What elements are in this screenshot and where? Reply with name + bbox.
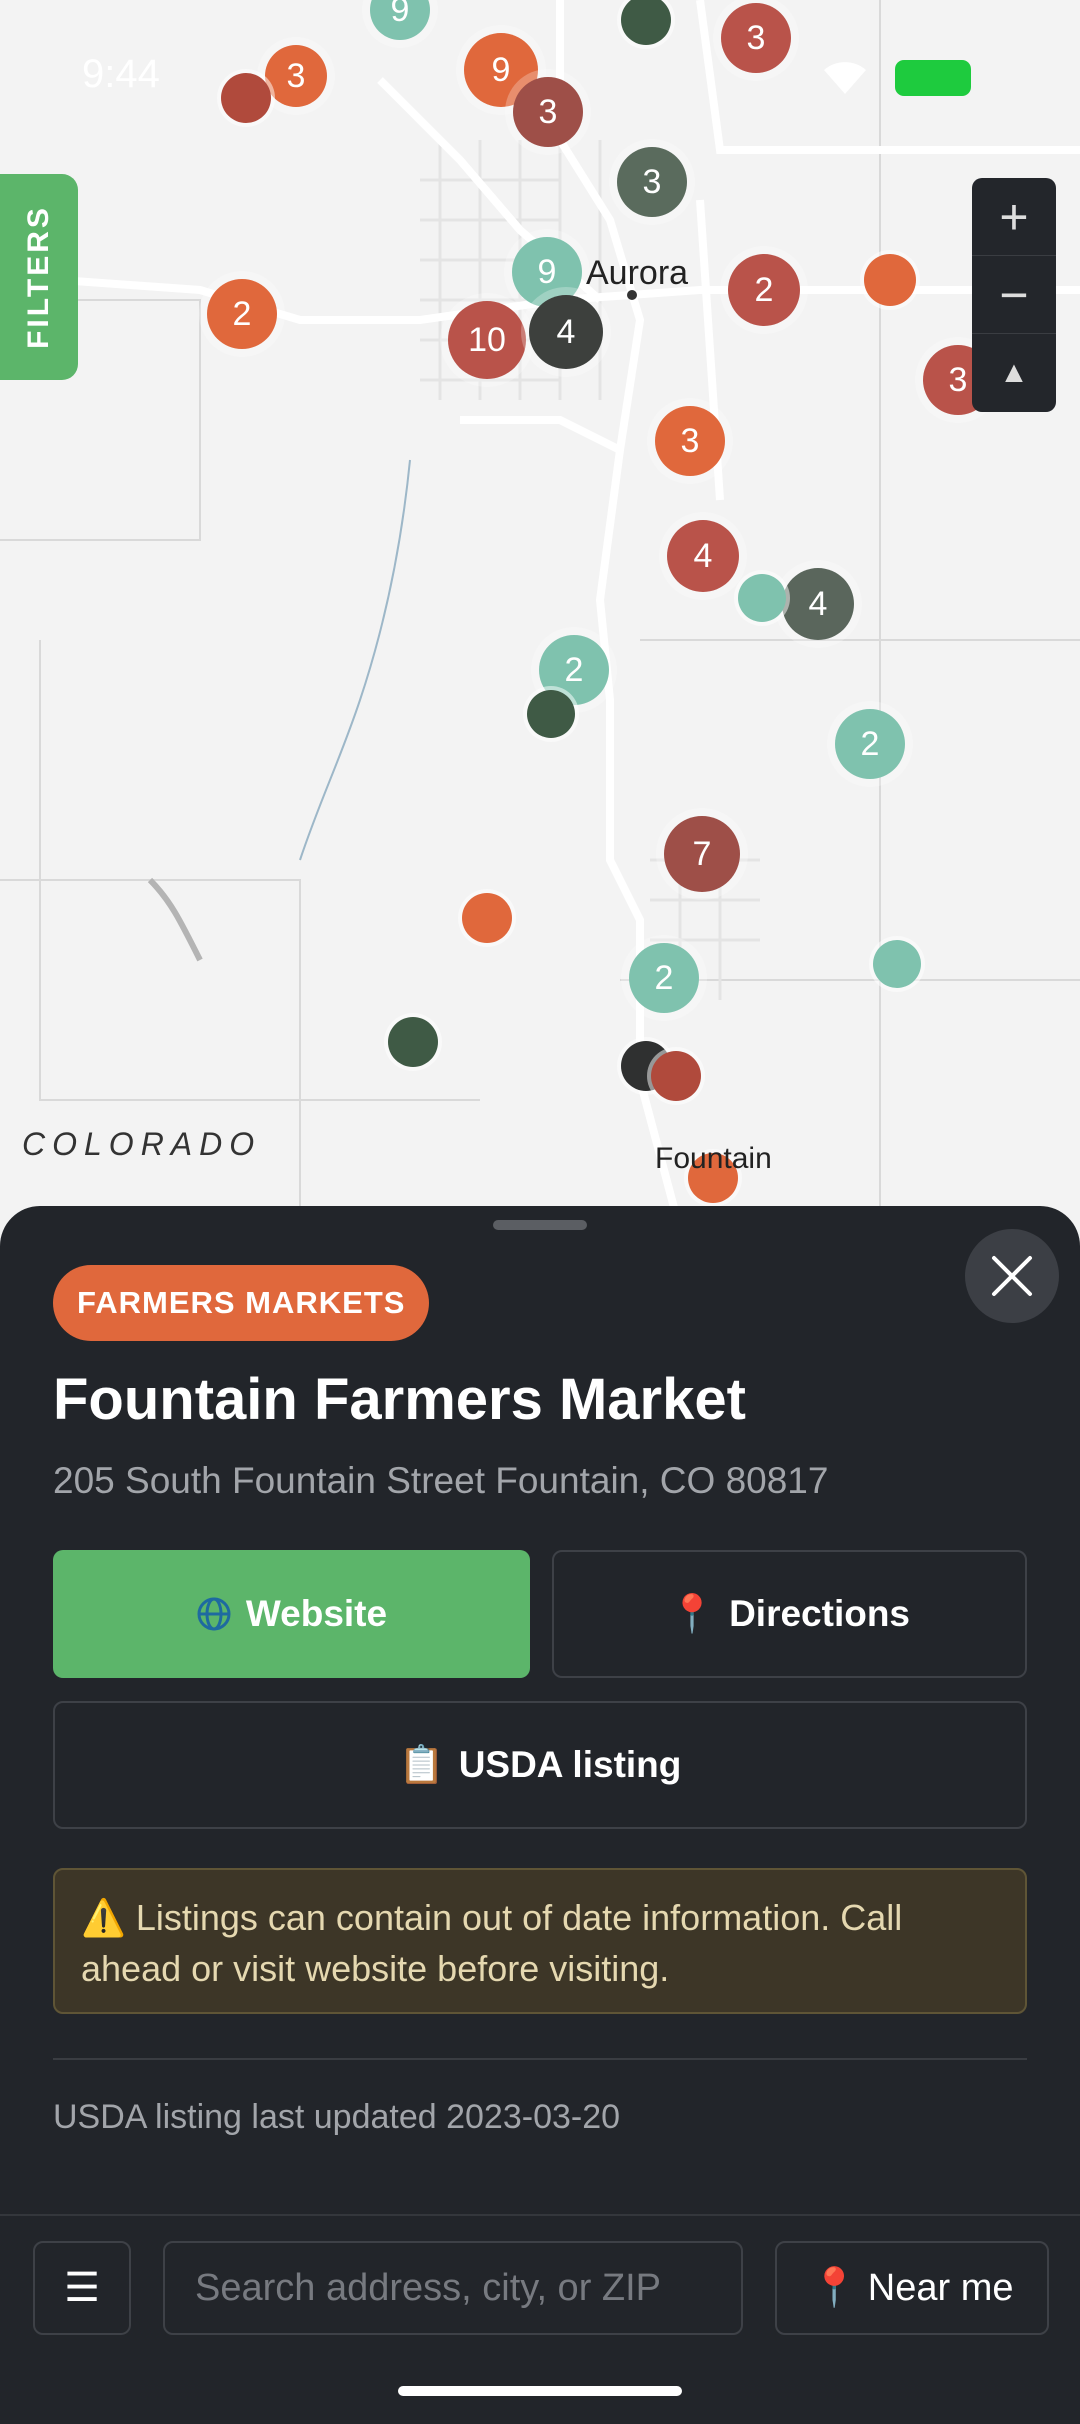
filters-tab[interactable]: FILTERS (0, 174, 78, 380)
compass-button[interactable]: ▲ (972, 334, 1056, 412)
map-marker[interactable] (527, 690, 575, 738)
menu-button[interactable]: ☰ (33, 2241, 131, 2335)
status-bar: 9:44 (0, 0, 1080, 150)
near-me-button[interactable]: 📍 Near me (775, 2241, 1049, 2335)
market-title: Fountain Farmers Market (53, 1367, 746, 1432)
map-cluster[interactable]: 2 (207, 279, 277, 349)
pin-icon: 📍 (810, 2267, 858, 2309)
search-input[interactable] (163, 2241, 743, 2335)
map-cluster[interactable]: 7 (664, 816, 740, 892)
zoom-in-button[interactable]: + (972, 178, 1056, 256)
last-updated-text: USDA listing last updated 2023-03-20 (53, 2098, 621, 2136)
battery-icon (895, 60, 971, 96)
map-cluster[interactable]: 10 (448, 301, 526, 379)
map-marker[interactable] (738, 574, 786, 622)
category-badge: FARMERS MARKETS (53, 1265, 430, 1341)
divider (53, 2058, 1027, 2060)
usda-listing-button[interactable]: 📋 USDA listing (53, 1701, 1027, 1829)
filters-label: FILTERS (22, 205, 55, 349)
map-marker[interactable] (651, 1051, 701, 1101)
pin-icon: 📍 (668, 1592, 716, 1634)
website-button[interactable]: Website (53, 1550, 530, 1678)
wifi-icon (822, 56, 868, 101)
zoom-out-button[interactable]: − (972, 256, 1056, 334)
home-indicator[interactable] (398, 2386, 682, 2396)
website-label: Website (245, 1593, 388, 1634)
map-cluster[interactable]: 3 (617, 147, 687, 217)
map-cluster[interactable]: 2 (629, 943, 699, 1013)
map-marker[interactable] (864, 254, 916, 306)
state-label: COLORADO (22, 1126, 262, 1162)
map-marker[interactable] (462, 893, 512, 943)
map-marker[interactable] (873, 940, 921, 988)
warning-notice: ⚠️ Listings can contain out of date info… (53, 1868, 1027, 2014)
close-icon (992, 1256, 1032, 1296)
map-view[interactable]: 9 3 9 3 3 9 2 10 4 2 3 3 4 4 2 2 7 2 3 A… (0, 0, 1080, 1230)
map-cluster[interactable]: 4 (529, 295, 603, 369)
map-cluster[interactable]: 2 (728, 254, 800, 326)
status-time: 9:44 (82, 52, 160, 96)
clipboard-icon: 📋 (398, 1743, 445, 1785)
directions-button[interactable]: 📍 Directions (552, 1550, 1027, 1678)
map-cluster[interactable]: 3 (655, 406, 725, 476)
city-label: Aurora (586, 254, 689, 292)
map-marker[interactable] (388, 1017, 438, 1067)
map-cluster[interactable]: 4 (782, 568, 854, 640)
map-cluster[interactable]: 4 (667, 520, 739, 592)
close-button[interactable] (965, 1229, 1059, 1323)
sheet-handle[interactable] (493, 1220, 587, 1230)
globe-icon (196, 1596, 232, 1632)
map-cluster[interactable]: 2 (835, 709, 905, 779)
market-address: 205 South Fountain Street Fountain, CO 8… (53, 1460, 829, 1501)
zoom-control: + − ▲ (972, 178, 1056, 412)
directions-label: Directions (729, 1593, 910, 1634)
near-me-label: Near me (867, 2266, 1014, 2309)
map-roads (0, 0, 1080, 1230)
usda-label: USDA listing (458, 1744, 682, 1785)
town-label: Fountain (655, 1142, 772, 1175)
